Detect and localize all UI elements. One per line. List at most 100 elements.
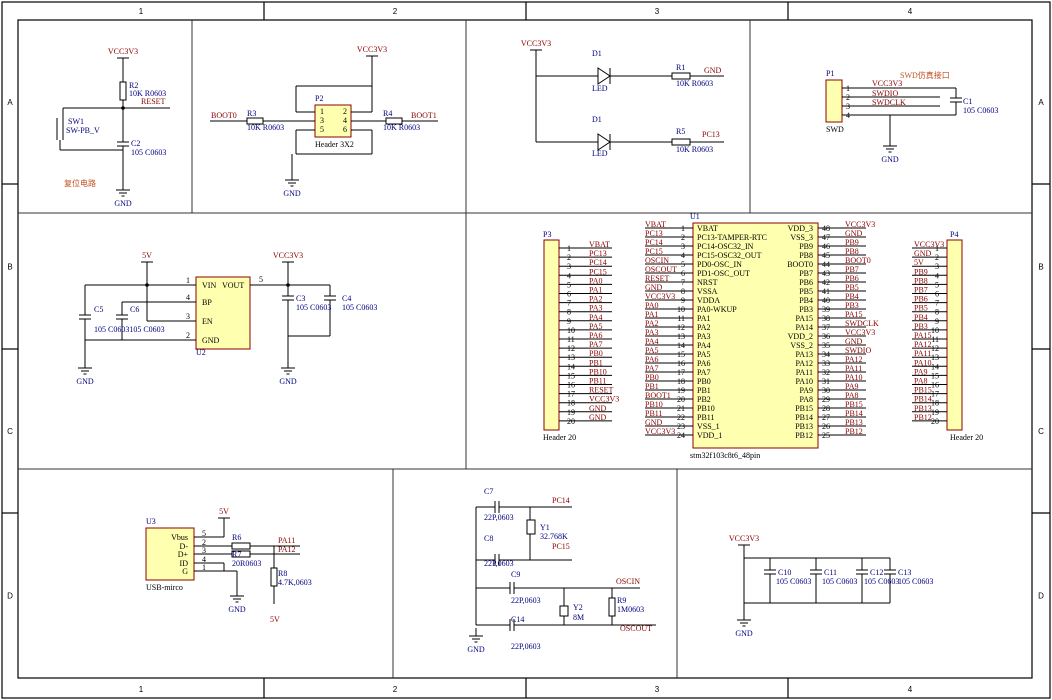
mcu-net-right: PB4: [845, 292, 859, 301]
ruler-column-label: 2: [393, 7, 398, 16]
p3-net: PA6: [589, 331, 603, 340]
p4-net: 5V: [914, 258, 924, 267]
mcu-pin-right: PA15: [796, 314, 814, 323]
usb-pin-name: D+: [178, 550, 189, 559]
mcu-net-right: PB13: [845, 418, 863, 427]
mcu-net-right: PA12: [845, 355, 863, 364]
mcu-pin-right: PA14: [796, 323, 814, 332]
usb-pin-name: Vbus: [171, 533, 188, 542]
p4-net: PB5: [914, 304, 928, 313]
mcu-pin-right: VSS_3: [790, 233, 813, 242]
p4-value: Header 20: [950, 433, 983, 442]
sw1-value: SW-PB_V: [66, 126, 100, 135]
p4-net: PA15: [914, 331, 932, 340]
mcu-pin-left: NRST: [697, 278, 718, 287]
c5-ref: C5: [94, 305, 103, 314]
p4-net: PB8: [914, 276, 928, 285]
p3-net: GND: [589, 404, 607, 413]
p2-pin: 1: [320, 107, 324, 116]
mcu-net-right: PB6: [845, 274, 859, 283]
ldo-pin-name: EN: [202, 317, 213, 326]
mcu-net-right: PB7: [845, 265, 859, 274]
mcu-pin-right: PB8: [799, 251, 813, 260]
mcu-pin-right: BOOT0: [787, 260, 813, 269]
mcu-pin-right: PB15: [795, 404, 813, 413]
p3-value: Header 20: [543, 433, 576, 442]
p3-net: PA2: [589, 295, 603, 304]
ground-label: GND: [76, 377, 94, 386]
decoup-cap-value: 105 C0603: [822, 577, 857, 586]
usb-pin-name: G: [182, 567, 188, 576]
reset-caption: 复位电路: [64, 178, 96, 188]
power-label: VCC3V3: [108, 47, 138, 56]
mcu-net-left: PA2: [645, 319, 659, 328]
mcu-net-right: PB5: [845, 283, 859, 292]
mcu-pin-right: VDD_2: [788, 332, 813, 341]
mcu-net-right: PA11: [845, 364, 862, 373]
ground-label: GND: [228, 605, 246, 614]
r8-value: 4.7K,0603: [278, 578, 312, 587]
ruler-row-label: A: [7, 98, 13, 107]
ruler-column-label: 2: [393, 685, 398, 694]
decoup-cap-value: 105 C0603: [776, 577, 811, 586]
ldo-pin-name: GND: [202, 336, 220, 345]
mcu-pin-left: PA0-WKUP: [697, 305, 737, 314]
mcu-net-left: PB11: [645, 409, 663, 418]
ldo-pin-num: 2: [186, 331, 190, 340]
net-pc14: PC14: [552, 496, 570, 505]
mcu-pin-right: PB14: [795, 413, 813, 422]
p3-ref: P3: [543, 230, 551, 239]
mcu-net-right: GND: [845, 337, 863, 346]
net-oscout: OSCOUT: [620, 624, 652, 633]
net-5v: 5V: [270, 615, 280, 624]
mcu-pin-right: PA8: [800, 395, 814, 404]
p3-net: PA4: [589, 313, 603, 322]
p1-ref: P1: [826, 69, 834, 78]
header-p1: [825, 79, 843, 123]
ground-label: GND: [283, 189, 301, 198]
p4-ref: P4: [950, 230, 958, 239]
power-label: VCC3V3: [357, 45, 387, 54]
ground-label: GND: [279, 377, 297, 386]
mcu-pin-right: PB9: [799, 242, 813, 251]
ruler-column-label: 3: [655, 7, 660, 16]
ruler-row-label: B: [1038, 263, 1043, 272]
ground-label: GND: [881, 155, 899, 164]
led-d2: [597, 133, 611, 151]
p3-net: GND: [589, 413, 607, 422]
mcu-pin-right: PB6: [799, 278, 813, 287]
p4-net: PA11: [914, 349, 931, 358]
ruler-column-label: 1: [139, 685, 144, 694]
mcu-net-right: PA8: [845, 391, 859, 400]
c2-value: 105 C0603: [131, 148, 166, 157]
mcu-net-right: PA15: [845, 310, 863, 319]
c14-value: 22P,0603: [511, 642, 541, 651]
p4-net: PB6: [914, 295, 928, 304]
mcu-net-left: PA0: [645, 301, 659, 310]
y1-ref: Y1: [540, 523, 550, 532]
ruler-row-label: C: [7, 427, 13, 436]
ruler-column-label: 1: [139, 7, 144, 16]
p3-net: RESET: [589, 386, 614, 395]
mcu-net-right: BOOT0: [845, 256, 871, 265]
mcu-pin-left: VDDA: [697, 296, 720, 305]
resistor-r9: [608, 597, 616, 617]
mcu-pin-left: VBAT: [697, 224, 718, 233]
mcu-net-left: PB0: [645, 373, 659, 382]
crystal-y1: [526, 519, 536, 535]
ruler-row-label: C: [1038, 427, 1044, 436]
r9-ref: R9: [617, 596, 626, 605]
ruler-row-label: B: [7, 263, 12, 272]
mcu-net-right: PB3: [845, 301, 859, 310]
mcu-pin-left: PA1: [697, 314, 711, 323]
mcu-net-right: PB14: [845, 409, 863, 418]
mcu-net-right: PB8: [845, 247, 859, 256]
mcu-net-left: PB10: [645, 400, 663, 409]
ruler-row-label: D: [1038, 592, 1044, 601]
mcu-pin-right: PA9: [800, 386, 814, 395]
mcu-pin-right: PB3: [799, 305, 813, 314]
p3-net: PA3: [589, 304, 603, 313]
p4-net: PA8: [914, 377, 928, 386]
mcu-net-left: PA5: [645, 346, 659, 355]
c9-ref: C9: [511, 570, 520, 579]
